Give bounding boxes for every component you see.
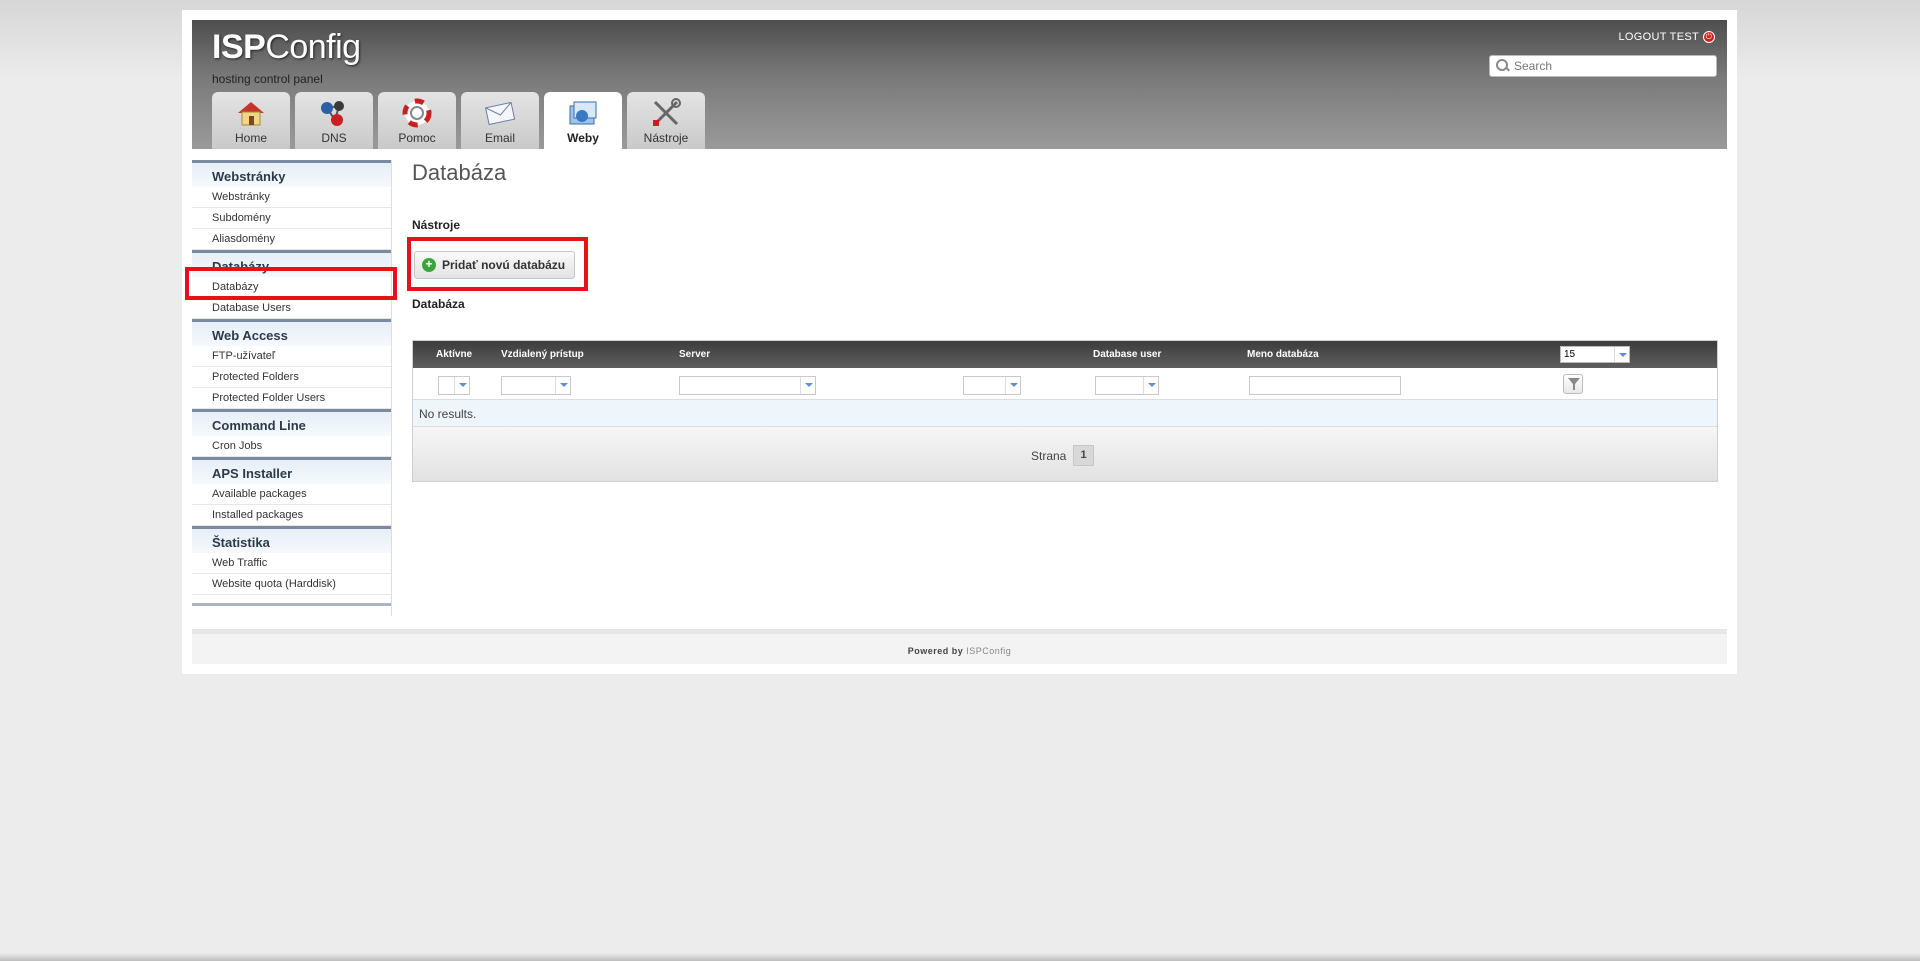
tab-tools[interactable]: Nástroje bbox=[627, 92, 705, 149]
footer-brand-link[interactable]: ISPConfig bbox=[966, 646, 1011, 656]
per-page-select[interactable]: 15 bbox=[1560, 346, 1630, 363]
add-database-button[interactable]: + Pridať novú databázu bbox=[414, 251, 575, 279]
column-active[interactable]: Aktívne bbox=[436, 349, 472, 360]
chevron-down-icon bbox=[1614, 347, 1629, 362]
background-bottom bbox=[0, 953, 1920, 961]
column-remote-access[interactable]: Vzdialený prístup bbox=[501, 349, 584, 360]
sidebar-item-ftp-users[interactable]: FTP-užívateľ bbox=[192, 346, 391, 367]
logo: ISPConfig bbox=[212, 28, 361, 66]
filter-extra-select[interactable] bbox=[963, 376, 1021, 395]
sidebar-item-subdomains[interactable]: Subdomény bbox=[192, 208, 391, 229]
sidebar-item-database-users[interactable]: Database Users bbox=[192, 298, 391, 319]
filter-remote-access-select[interactable] bbox=[501, 376, 571, 395]
chevron-down-icon bbox=[1143, 377, 1158, 394]
sidebar-item-web-traffic[interactable]: Web Traffic bbox=[192, 553, 391, 574]
tab-help[interactable]: Pomoc bbox=[378, 92, 456, 149]
plus-icon: + bbox=[422, 258, 436, 272]
filter-database-name-input[interactable] bbox=[1249, 376, 1401, 395]
search-input[interactable] bbox=[1514, 59, 1709, 73]
sidebar-group-websites: Webstránky bbox=[192, 160, 391, 187]
filter-server-select[interactable] bbox=[679, 376, 816, 395]
page-container: ISPConfig hosting control panel LOGOUT T… bbox=[182, 10, 1737, 674]
no-results-message: No results. bbox=[413, 400, 1717, 427]
logout-link[interactable]: LOGOUT TEST ⏻ bbox=[1618, 31, 1715, 43]
footer: Powered by ISPConfig bbox=[192, 629, 1727, 664]
funnel-icon bbox=[1568, 378, 1580, 390]
search-icon bbox=[1495, 58, 1511, 74]
chevron-down-icon bbox=[454, 377, 469, 394]
header: ISPConfig hosting control panel LOGOUT T… bbox=[192, 20, 1727, 149]
tab-email[interactable]: Email bbox=[461, 92, 539, 149]
pagination: Strana 1 bbox=[413, 427, 1717, 481]
email-icon bbox=[485, 101, 516, 126]
sidebar-item-databases[interactable]: Databázy bbox=[192, 277, 391, 298]
page-title: Databáza bbox=[412, 160, 507, 185]
chevron-down-icon bbox=[1005, 377, 1020, 394]
tab-dns[interactable]: DNS bbox=[295, 92, 373, 149]
power-icon: ⏻ bbox=[1703, 31, 1715, 43]
sites-icon bbox=[569, 101, 597, 125]
tab-sites[interactable]: Weby bbox=[544, 92, 622, 149]
main-tabs: Home DNS Pomoc Email Weby Nástroje bbox=[212, 92, 705, 149]
sidebar-item-website-quota[interactable]: Website quota (Harddisk) bbox=[192, 574, 391, 595]
sidebar-item-aliasdomains[interactable]: Aliasdomény bbox=[192, 229, 391, 250]
sidebar-item-installed-packages[interactable]: Installed packages bbox=[192, 505, 391, 526]
sidebar-divider bbox=[192, 603, 391, 606]
filter-active-select[interactable] bbox=[438, 376, 470, 395]
column-server[interactable]: Server bbox=[679, 349, 710, 360]
database-table: Aktívne Vzdialený prístup Server Databas… bbox=[412, 340, 1718, 482]
filter-database-user-select[interactable] bbox=[1095, 376, 1159, 395]
home-icon bbox=[238, 102, 264, 126]
chevron-down-icon bbox=[555, 377, 570, 394]
sidebar-group-aps-installer: APS Installer bbox=[192, 457, 391, 484]
tagline: hosting control panel bbox=[212, 72, 323, 86]
sidebar-group-command-line: Command Line bbox=[192, 409, 391, 436]
logout-label: LOGOUT TEST bbox=[1618, 31, 1699, 43]
search-box bbox=[1489, 55, 1717, 77]
pager-label: Strana bbox=[1031, 449, 1067, 463]
tools-heading: Nástroje bbox=[412, 218, 461, 232]
sidebar-item-cron-jobs[interactable]: Cron Jobs bbox=[192, 436, 391, 457]
dns-icon bbox=[321, 101, 344, 126]
sidebar-item-protected-folder-users[interactable]: Protected Folder Users bbox=[192, 388, 391, 409]
page-number-current[interactable]: 1 bbox=[1073, 445, 1094, 466]
sidebar-item-websites[interactable]: Webstránky bbox=[192, 187, 391, 208]
sidebar-item-available-packages[interactable]: Available packages bbox=[192, 484, 391, 505]
filter-row bbox=[413, 368, 1717, 400]
column-database-user[interactable]: Database user bbox=[1093, 349, 1161, 360]
sidebar: Webstránky Webstránky Subdomény Aliasdom… bbox=[192, 160, 392, 616]
table-header: Aktívne Vzdialený prístup Server Databas… bbox=[413, 341, 1717, 368]
tab-home[interactable]: Home bbox=[212, 92, 290, 149]
column-database-name[interactable]: Meno databáza bbox=[1247, 349, 1319, 360]
sidebar-item-protected-folders[interactable]: Protected Folders bbox=[192, 367, 391, 388]
filter-button[interactable] bbox=[1563, 374, 1583, 394]
list-heading: Databáza bbox=[412, 297, 465, 311]
sidebar-group-statistics: Štatistika bbox=[192, 526, 391, 553]
sidebar-group-databases: Databázy bbox=[192, 250, 391, 277]
powered-by-label: Powered by bbox=[907, 646, 964, 656]
main-content: Databáza Nástroje + Pridať novú databázu… bbox=[412, 160, 1718, 482]
tools-icon bbox=[653, 98, 681, 126]
sidebar-group-web-access: Web Access bbox=[192, 319, 391, 346]
chevron-down-icon bbox=[800, 377, 815, 394]
help-icon bbox=[402, 98, 432, 128]
